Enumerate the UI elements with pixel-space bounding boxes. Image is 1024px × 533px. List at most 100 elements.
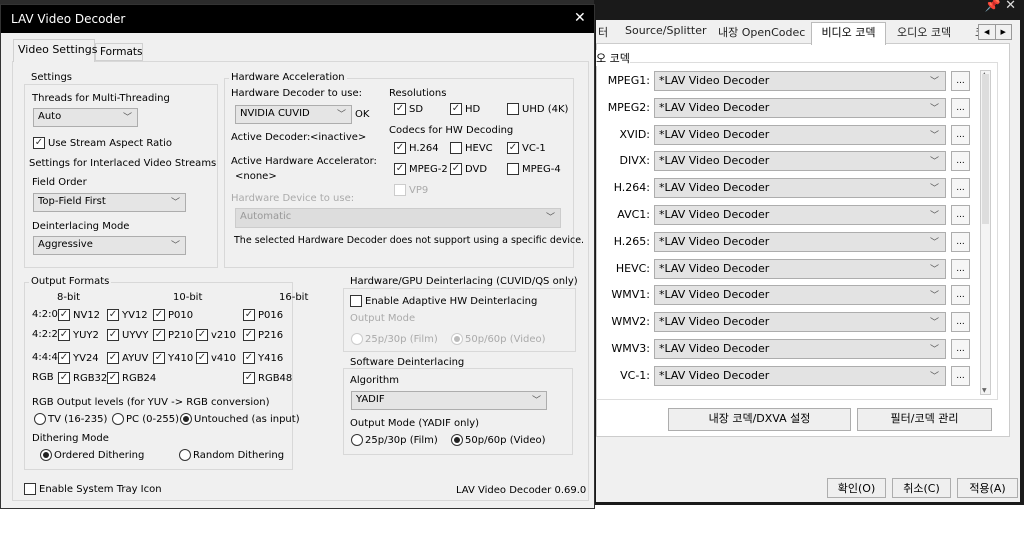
format-checkbox[interactable]: AYUV bbox=[107, 352, 148, 364]
codec-options-button[interactable]: ... bbox=[951, 231, 970, 252]
format-checkbox[interactable]: RGB24 bbox=[107, 372, 156, 384]
format-checkbox[interactable]: RGB32 bbox=[58, 372, 107, 384]
close-icon[interactable]: ✕ bbox=[574, 10, 586, 26]
cancel-button[interactable]: 취소(C) bbox=[892, 478, 951, 498]
format-checkbox[interactable]: P210 bbox=[153, 329, 193, 341]
dither-radio[interactable]: Ordered Dithering bbox=[40, 449, 144, 461]
scroll-down-icon[interactable]: ▼ bbox=[982, 387, 987, 394]
format-checkbox[interactable]: P216 bbox=[243, 329, 283, 341]
chevron-down-icon: ﹀ bbox=[929, 130, 939, 141]
format-checkbox[interactable]: v410 bbox=[196, 352, 236, 364]
format-checkbox[interactable]: RGB48 bbox=[243, 372, 292, 384]
codec-options-button[interactable]: ... bbox=[951, 124, 970, 145]
arrow-left-icon[interactable]: ◀ bbox=[979, 25, 996, 39]
codec-decoder-select[interactable]: *LAV Video Decoder ﹀ bbox=[654, 205, 946, 225]
format-checkbox[interactable]: YUY2 bbox=[58, 329, 99, 341]
codec-decoder-select[interactable]: *LAV Video Decoder ﹀ bbox=[654, 231, 946, 252]
codec-decoder-select[interactable]: *LAV Video Decoder ﹀ bbox=[654, 97, 946, 118]
deint-mode-select[interactable]: Aggressive ﹀ bbox=[33, 236, 186, 255]
hw-codec-checkbox[interactable]: MPEG-4 bbox=[507, 163, 561, 175]
format-checkbox[interactable]: v210 bbox=[196, 329, 236, 341]
hw-output-mode-label: Output Mode bbox=[350, 313, 416, 324]
adaptive-hw-deint-label: Enable Adaptive HW Deinterlacing bbox=[365, 295, 538, 307]
codec-decoder-select[interactable]: *LAV Video Decoder ﹀ bbox=[654, 124, 946, 145]
codec-options-button[interactable]: ... bbox=[951, 258, 970, 279]
tab-source-splitter[interactable]: Source/Splitter bbox=[625, 24, 706, 37]
resolution-checkbox[interactable]: SD bbox=[394, 103, 423, 115]
codec-decoder-select[interactable]: *LAV Video Decoder ﹀ bbox=[654, 178, 946, 199]
codec-decoder-select[interactable]: *LAV Video Decoder ﹀ bbox=[654, 339, 946, 359]
format-checkbox[interactable]: UYVY bbox=[107, 329, 148, 341]
hw-device-select[interactable]: Automatic ﹀ bbox=[235, 208, 561, 228]
tab-video-settings[interactable]: Video Settings bbox=[13, 39, 97, 62]
codec-decoder-select[interactable]: *LAV Video Decoder ﹀ bbox=[654, 258, 946, 279]
codec-decoder-select[interactable]: *LAV Video Decoder ﹀ bbox=[654, 151, 946, 172]
format-checkbox[interactable]: P010 bbox=[153, 309, 193, 321]
format-checkbox[interactable]: YV24 bbox=[58, 352, 99, 364]
filter-codec-manage-button[interactable]: 필터/코덱 관리 bbox=[857, 408, 992, 431]
codec-options-button[interactable]: ... bbox=[951, 205, 970, 225]
scrollbar[interactable]: ▲ ▼ bbox=[980, 70, 991, 395]
codec-options-button[interactable]: ... bbox=[951, 151, 970, 172]
rgb-level-radio[interactable]: Untouched (as input) bbox=[180, 413, 300, 425]
threads-select[interactable]: Auto ﹀ bbox=[33, 108, 138, 127]
format-checkbox-label: v410 bbox=[211, 352, 237, 364]
format-checkbox[interactable]: YV12 bbox=[107, 309, 148, 321]
codec-options-button[interactable]: ... bbox=[951, 71, 970, 91]
checkbox-box bbox=[24, 483, 36, 495]
tab-video-codec[interactable]: 비디오 코덱 bbox=[811, 22, 886, 45]
algorithm-select[interactable]: YADIF ﹀ bbox=[351, 391, 547, 410]
apply-button[interactable]: 적용(A) bbox=[957, 478, 1018, 498]
codec-options-button[interactable]: ... bbox=[951, 312, 970, 333]
dither-radio[interactable]: Random Dithering bbox=[179, 449, 284, 461]
dialog-title: LAV Video Decoder bbox=[11, 12, 126, 26]
codec-options-button[interactable]: ... bbox=[951, 97, 970, 118]
format-checkbox[interactable]: Y410 bbox=[153, 352, 193, 364]
format-checkbox[interactable]: Y416 bbox=[243, 352, 283, 364]
close-icon[interactable]: 📌 ✕ bbox=[985, 0, 1016, 13]
checkbox-box bbox=[58, 329, 70, 341]
codec-options-button[interactable]: ... bbox=[951, 285, 970, 306]
hw-decoder-select[interactable]: NVIDIA CUVID ﹀ bbox=[235, 105, 352, 124]
codec-options-button[interactable]: ... bbox=[951, 178, 970, 199]
tab-opencodec[interactable]: 내장 OpenCodec bbox=[718, 24, 805, 40]
ok-button[interactable]: 확인(O) bbox=[827, 478, 886, 498]
codec-label: AVC1: bbox=[617, 208, 650, 221]
hw-codec-checkbox[interactable]: H.264 bbox=[394, 142, 439, 154]
rgb-level-radio[interactable]: TV (16-235) bbox=[34, 413, 107, 425]
tab-partial[interactable]: 터 bbox=[598, 24, 608, 40]
rgb-level-radio[interactable]: PC (0-255) bbox=[112, 413, 179, 425]
tab-formats[interactable]: Formats bbox=[95, 43, 143, 61]
codec-decoder-select[interactable]: *LAV Video Decoder ﹀ bbox=[654, 312, 946, 333]
tab-audio-codec[interactable]: 오디오 코덱 bbox=[897, 24, 951, 40]
codec-decoder-select[interactable]: *LAV Video Decoder ﹀ bbox=[654, 365, 946, 386]
scroll-thumb[interactable] bbox=[982, 74, 989, 224]
format-checkbox[interactable]: NV12 bbox=[58, 309, 100, 321]
hw-codec-checkbox[interactable]: MPEG-2 bbox=[394, 163, 448, 175]
arrow-right-icon[interactable]: ▶ bbox=[996, 25, 1012, 39]
codec-label: H.264: bbox=[613, 181, 650, 195]
hw-codec-checkbox[interactable]: DVD bbox=[450, 163, 487, 175]
field-order-select[interactable]: Top-Field First ﹀ bbox=[33, 193, 186, 212]
system-tray-checkbox[interactable]: Enable System Tray Icon bbox=[24, 483, 162, 495]
codec-label: H.265: bbox=[613, 234, 650, 248]
codec-options-button[interactable]: ... bbox=[951, 365, 970, 386]
codec-decoder-select[interactable]: *LAV Video Decoder ﹀ bbox=[654, 71, 946, 91]
stream-aspect-checkbox[interactable]: Use Stream Aspect Ratio bbox=[33, 137, 172, 149]
codec-decoder-value: *LAV Video Decoder bbox=[659, 74, 770, 87]
hw-output-mode-radio[interactable]: 25p/30p (Film) bbox=[351, 333, 438, 345]
format-checkbox[interactable]: P016 bbox=[243, 309, 283, 321]
resolution-checkbox[interactable]: HD bbox=[450, 103, 480, 115]
adaptive-hw-deint-checkbox[interactable]: Enable Adaptive HW Deinterlacing bbox=[350, 295, 537, 307]
sw-output-mode-radio[interactable]: 50p/60p (Video) bbox=[451, 434, 546, 446]
hw-output-mode-radio[interactable]: 50p/60p (Video) bbox=[451, 333, 546, 345]
tab-scroll[interactable]: ◀ ▶ bbox=[978, 24, 1012, 40]
resolution-checkbox[interactable]: UHD (4K) bbox=[507, 103, 568, 115]
codec-decoder-select[interactable]: *LAV Video Decoder ﹀ bbox=[654, 285, 946, 306]
hw-codec-checkbox[interactable]: HEVC bbox=[450, 142, 493, 154]
hw-codec-checkbox[interactable]: VP9 bbox=[394, 184, 428, 196]
dxva-settings-button[interactable]: 내장 코덱/DXVA 설정 bbox=[668, 408, 851, 431]
codec-options-button[interactable]: ... bbox=[951, 339, 970, 359]
hw-codec-checkbox[interactable]: VC-1 bbox=[507, 142, 546, 154]
sw-output-mode-radio[interactable]: 25p/30p (Film) bbox=[351, 434, 438, 446]
